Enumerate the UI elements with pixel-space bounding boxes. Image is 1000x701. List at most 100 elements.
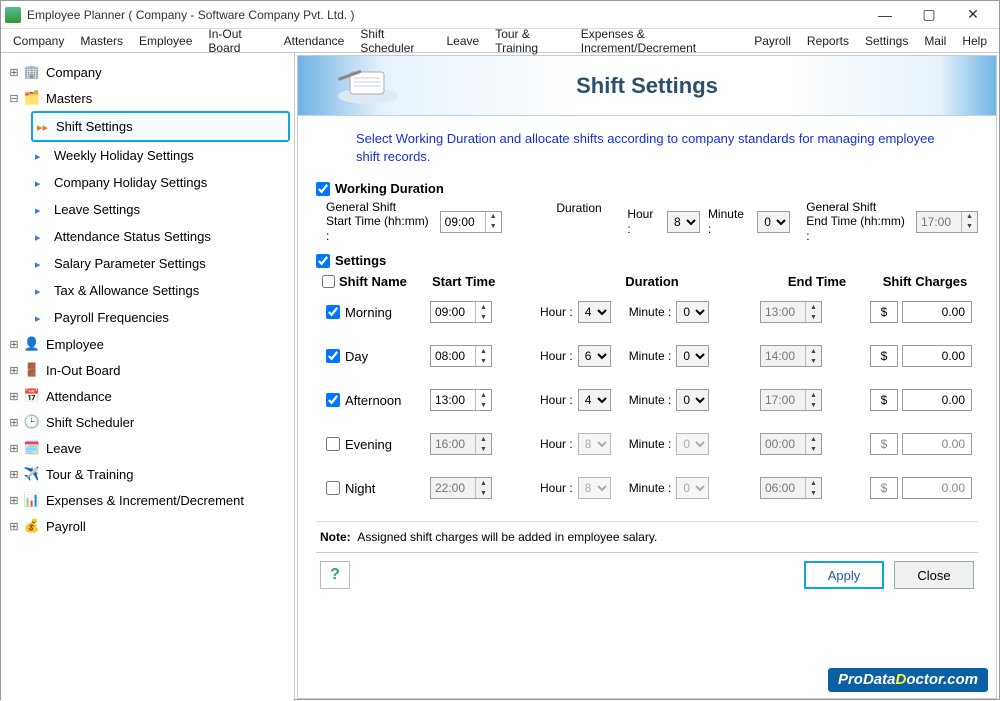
shift-row-day: Day ▲▼ Hour : 6 Minute : 0 ▲▼ $ [326, 345, 978, 367]
tree-company[interactable]: ⊞ 🏢 Company [5, 59, 290, 85]
tree-tax-allowance[interactable]: ▸ Tax & Allowance Settings [31, 277, 290, 304]
expand-icon[interactable]: ⊞ [7, 442, 21, 455]
expand-icon[interactable]: ⊞ [7, 494, 21, 507]
col-end-time: End Time [762, 274, 872, 289]
shift-start-input[interactable]: ▲▼ [430, 345, 492, 367]
tree-shift-settings[interactable]: ▸▸ Shift Settings [31, 111, 290, 142]
menu-attendance[interactable]: Attendance [276, 31, 353, 51]
help-button[interactable]: ? [320, 561, 350, 589]
expand-icon[interactable]: ⊞ [7, 468, 21, 481]
tree-employee[interactable]: ⊞ 👤 Employee [5, 331, 290, 357]
tree-payroll-frequencies[interactable]: ▸ Payroll Frequencies [31, 304, 290, 331]
shift-enable-checkbox[interactable] [326, 481, 340, 495]
chart-icon: 📊 [23, 492, 41, 508]
minute-label: Minute : [629, 305, 672, 319]
shift-charge-input[interactable] [902, 301, 972, 323]
shift-charge-input [902, 477, 972, 499]
shift-start-input: ▲▼ [430, 477, 492, 499]
expand-icon[interactable]: ⊞ [7, 520, 21, 533]
tree-label: Masters [46, 91, 92, 106]
hour-label: Hour : [540, 481, 573, 495]
content-header: Shift Settings [298, 56, 996, 116]
expand-icon[interactable]: ⊞ [7, 66, 21, 79]
tree-salary-parameter[interactable]: ▸ Salary Parameter Settings [31, 250, 290, 277]
general-start-input[interactable]: ▲▼ [440, 211, 502, 233]
working-duration-checkbox[interactable] [316, 182, 330, 196]
tree-in-out-board[interactable]: ⊞ 🚪 In-Out Board [5, 357, 290, 383]
menu-expenses[interactable]: Expenses & Increment/Decrement [573, 24, 746, 58]
shift-enable-checkbox[interactable] [326, 305, 340, 319]
hour-label: Hour : [540, 393, 573, 407]
tree-leave-settings[interactable]: ▸ Leave Settings [31, 196, 290, 223]
shift-minute-select: 0 [676, 433, 709, 455]
menu-leave[interactable]: Leave [438, 31, 487, 51]
notepad-icon [320, 66, 410, 106]
tree-label: Payroll Frequencies [54, 310, 169, 325]
shift-start-input[interactable]: ▲▼ [430, 301, 492, 323]
shift-currency: $ [870, 477, 898, 499]
door-icon: 🚪 [23, 362, 41, 378]
menu-payroll[interactable]: Payroll [746, 31, 799, 51]
shift-charge-input[interactable] [902, 389, 972, 411]
shift-minute-select[interactable]: 0 [676, 301, 709, 323]
maximize-button[interactable]: ▢ [907, 1, 951, 29]
tree-attendance-status[interactable]: ▸ Attendance Status Settings [31, 223, 290, 250]
close-window-button[interactable]: ✕ [951, 1, 995, 29]
hour-label: Hour : [627, 207, 659, 236]
menu-company[interactable]: Company [5, 31, 72, 51]
window-title: Employee Planner ( Company - Software Co… [27, 8, 863, 22]
expand-icon[interactable]: ⊞ [7, 364, 21, 377]
tree-label: Company [46, 65, 102, 80]
general-minute-select[interactable]: 0 [757, 211, 790, 233]
menu-shift-scheduler[interactable]: Shift Scheduler [352, 24, 438, 58]
tree-weekly-holiday[interactable]: ▸ Weekly Holiday Settings [31, 142, 290, 169]
menu-settings[interactable]: Settings [857, 31, 916, 51]
expand-icon[interactable]: ⊞ [7, 416, 21, 429]
shift-hour-select[interactable]: 6 [578, 345, 611, 367]
shift-enable-checkbox[interactable] [326, 393, 340, 407]
collapse-icon[interactable]: ⊟ [7, 92, 21, 105]
expand-icon[interactable]: ⊞ [7, 338, 21, 351]
expand-icon[interactable]: ⊞ [7, 390, 21, 403]
settings-group: Settings [316, 253, 978, 268]
menu-tour-training[interactable]: Tour & Training [487, 24, 573, 58]
menu-employee[interactable]: Employee [131, 31, 200, 51]
tree-label: Leave [46, 441, 81, 456]
menu-reports[interactable]: Reports [799, 31, 857, 51]
shift-name-label: Night [345, 481, 375, 496]
note-label: Note: [320, 530, 351, 544]
shift-enable-checkbox[interactable] [326, 437, 340, 451]
shift-minute-select[interactable]: 0 [676, 345, 709, 367]
app-icon [5, 7, 21, 23]
shift-name-header-checkbox[interactable] [322, 275, 335, 288]
menu-help[interactable]: Help [954, 31, 995, 51]
minimize-button[interactable]: ― [863, 1, 907, 29]
building-icon: 🏢 [23, 64, 41, 80]
shift-minute-select[interactable]: 0 [676, 389, 709, 411]
settings-checkbox[interactable] [316, 254, 330, 268]
tree-label: Shift Scheduler [46, 415, 134, 430]
tree-label: Weekly Holiday Settings [54, 148, 194, 163]
tree-leave[interactable]: ⊞ 🗓️ Leave [5, 435, 290, 461]
shift-currency: $ [870, 433, 898, 455]
general-hour-select[interactable]: 8 [667, 211, 700, 233]
tree-shift-scheduler[interactable]: ⊞ 🕒 Shift Scheduler [5, 409, 290, 435]
tree-attendance[interactable]: ⊞ 📅 Attendance [5, 383, 290, 409]
tree-tour-training[interactable]: ⊞ ✈️ Tour & Training [5, 461, 290, 487]
tree-payroll[interactable]: ⊞ 💰 Payroll [5, 513, 290, 539]
menu-masters[interactable]: Masters [72, 31, 131, 51]
col-duration: Duration [542, 274, 762, 289]
tree-company-holiday[interactable]: ▸ Company Holiday Settings [31, 169, 290, 196]
bullet-icon: ▸ [35, 312, 47, 324]
shift-hour-select[interactable]: 4 [578, 301, 611, 323]
tree-masters[interactable]: ⊟ 🗂️ Masters [5, 85, 290, 111]
shift-hour-select[interactable]: 4 [578, 389, 611, 411]
shift-charge-input[interactable] [902, 345, 972, 367]
shift-enable-checkbox[interactable] [326, 349, 340, 363]
apply-button[interactable]: Apply [804, 561, 884, 589]
shift-start-input[interactable]: ▲▼ [430, 389, 492, 411]
tree-label: Tour & Training [46, 467, 133, 482]
close-button[interactable]: Close [894, 561, 974, 589]
tree-expenses[interactable]: ⊞ 📊 Expenses & Increment/Decrement [5, 487, 290, 513]
menu-mail[interactable]: Mail [916, 31, 954, 51]
